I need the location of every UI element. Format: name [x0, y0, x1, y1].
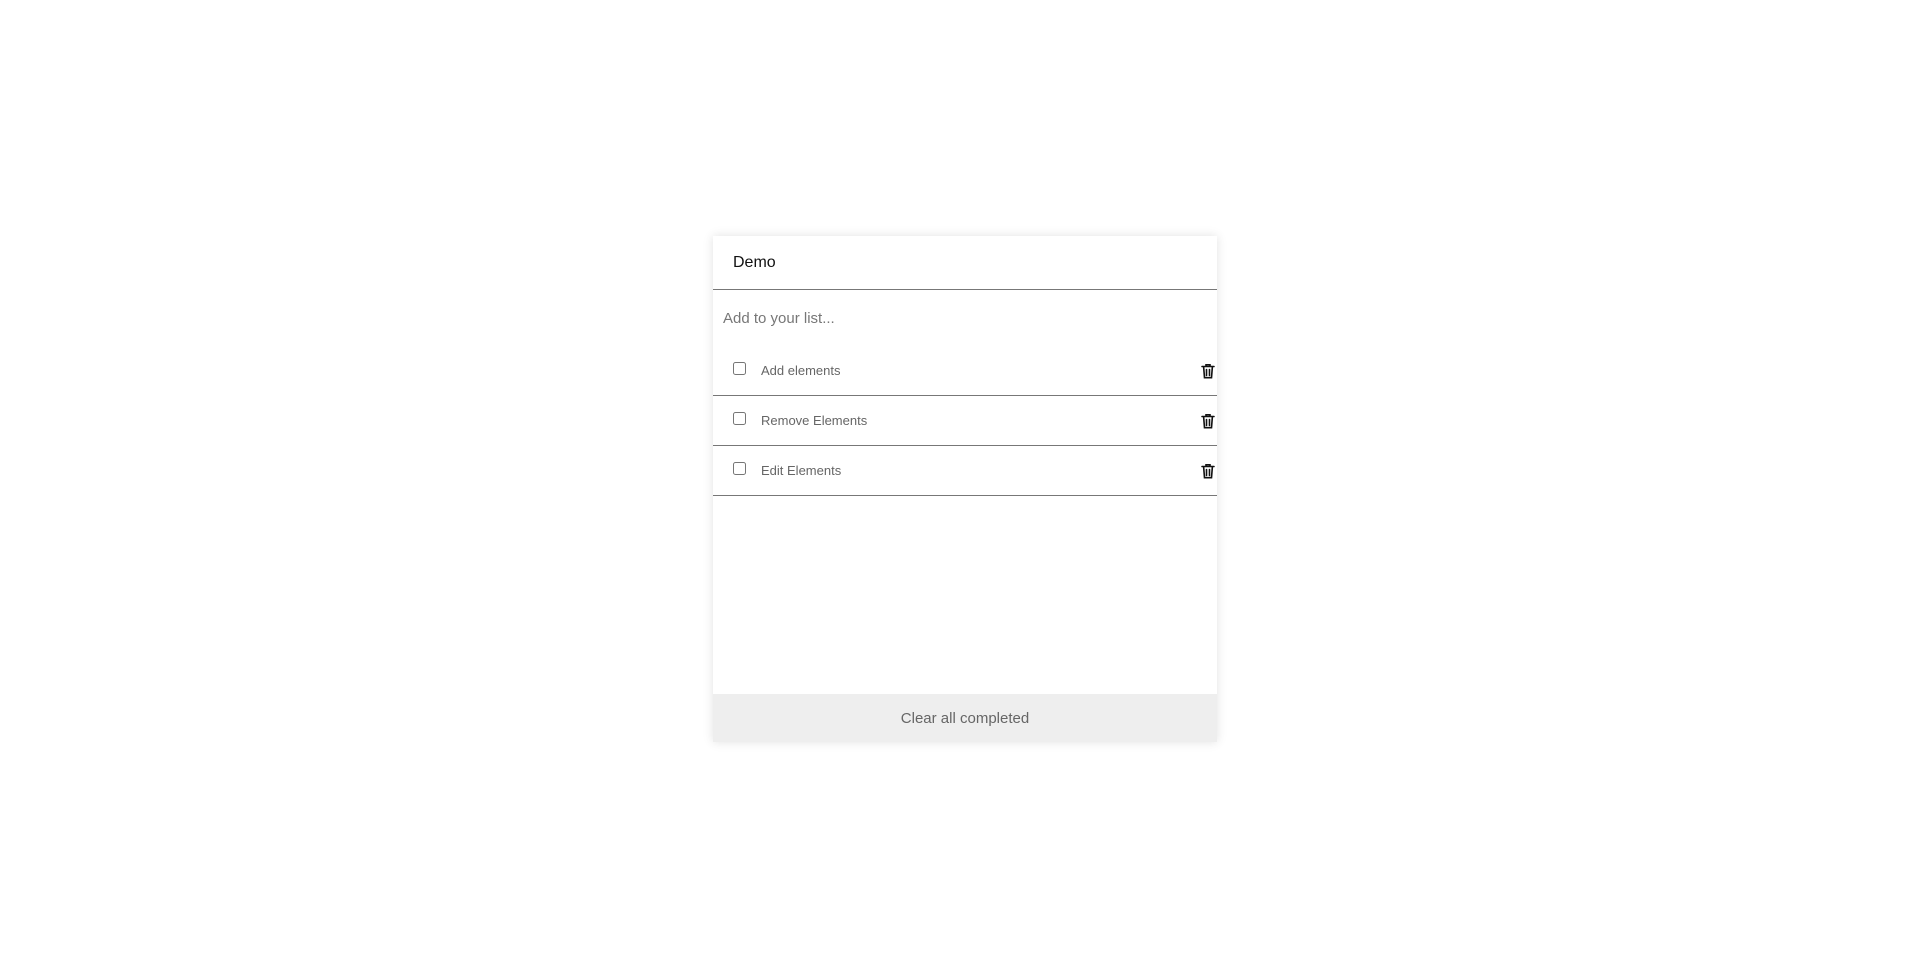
item-label: Edit Elements — [761, 463, 842, 478]
item-checkbox[interactable] — [733, 362, 746, 375]
list-item: Remove Elements — [713, 396, 1217, 446]
trash-icon[interactable] — [1200, 362, 1216, 380]
list-empty-area — [713, 496, 1217, 694]
header: Demo — [713, 236, 1217, 290]
clear-completed-button[interactable]: Clear all completed — [713, 694, 1217, 742]
list-title: Demo — [733, 253, 776, 271]
add-item-input[interactable] — [713, 290, 1217, 346]
todo-list: Add elements Remove Elements Edit Elemen… — [713, 346, 1217, 496]
item-checkbox[interactable] — [733, 462, 746, 475]
todo-card: Demo Add elements Remove Elements — [713, 236, 1217, 742]
item-checkbox[interactable] — [733, 412, 746, 425]
list-item: Add elements — [713, 346, 1217, 396]
trash-icon[interactable] — [1200, 412, 1216, 430]
list-item: Edit Elements — [713, 446, 1217, 496]
item-label: Remove Elements — [761, 413, 868, 428]
trash-icon[interactable] — [1200, 462, 1216, 480]
clear-completed-label: Clear all completed — [900, 709, 1030, 727]
item-label: Add elements — [761, 363, 841, 378]
